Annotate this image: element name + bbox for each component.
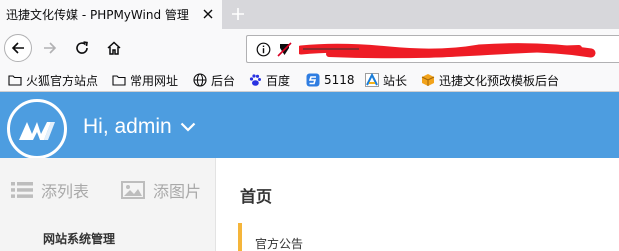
bookmark-label: 百度: [266, 73, 291, 88]
tab-title: 迅捷文化传媒 - PHPMyWind 管理: [6, 8, 189, 22]
arrow-right-icon: [44, 42, 57, 54]
info-icon[interactable]: [256, 42, 271, 61]
forward-button[interactable]: [36, 34, 64, 62]
folder-icon: [8, 73, 22, 87]
bookmark-admin[interactable]: 后台: [193, 71, 235, 89]
bookmark-label: 常用网址: [130, 73, 179, 88]
bookmark-firefox-official[interactable]: 火狐官方站点: [8, 71, 98, 89]
bookmarks-toolbar: 火狐官方站点 常用网址 后台 百度 5118 站长 迅捷文化预改模板后台: [0, 68, 619, 92]
add-image-button[interactable]: 添图片: [121, 179, 201, 201]
url-bar[interactable]: [246, 35, 619, 63]
user-greeting-menu[interactable]: Hi, admin: [83, 114, 196, 140]
globe-icon: [193, 73, 207, 87]
folder-icon: [112, 73, 126, 87]
back-button[interactable]: [4, 34, 32, 62]
s5118-icon: [306, 73, 320, 87]
bookmark-template-admin[interactable]: 迅捷文化预改模板后台: [421, 71, 559, 89]
bookmark-chinaz[interactable]: 站长: [365, 71, 407, 89]
image-icon: [121, 181, 145, 199]
chinaz-icon: [365, 73, 379, 87]
greeting-text: Hi, admin: [83, 115, 172, 138]
browser-tab-strip: 迅捷文化传媒 - PHPMyWind 管理: [0, 0, 619, 29]
baidu-paw-icon: [248, 73, 262, 87]
arrow-left-icon: [11, 42, 24, 54]
bookmark-label: 迅捷文化预改模板后台: [439, 73, 560, 88]
sidebar: 添列表 添图片 网站系统管理: [0, 158, 216, 251]
browser-tab[interactable]: 迅捷文化传媒 - PHPMyWind 管理: [0, 0, 222, 29]
tracking-protection-icon[interactable]: [277, 42, 292, 61]
close-tab-icon[interactable]: [200, 6, 216, 22]
add-list-button[interactable]: 添列表: [11, 179, 89, 201]
mw-logo-icon: [19, 122, 55, 140]
cube-icon: [421, 73, 435, 87]
bookmark-label: 后台: [211, 73, 236, 88]
bookmark-common-sites[interactable]: 常用网址: [112, 71, 178, 89]
chevron-down-icon: [180, 122, 196, 132]
bookmark-label: 站长: [383, 73, 408, 88]
bookmark-5118[interactable]: 5118: [306, 71, 355, 89]
notice-title: 官方公告: [255, 237, 304, 251]
url-redaction-mark: [296, 41, 599, 65]
page-title: 首页: [240, 187, 273, 206]
notice-accent-bar: [238, 223, 242, 251]
home-icon: [107, 41, 121, 55]
bookmark-label: 火狐官方站点: [26, 73, 99, 88]
bookmark-label: 5118: [324, 73, 355, 87]
list-icon: [11, 181, 33, 199]
reload-button[interactable]: [68, 34, 96, 62]
browser-nav-bar: [0, 29, 619, 68]
reload-icon: [76, 41, 88, 54]
quick-action-label: 添图片: [153, 182, 202, 201]
bookmark-baidu[interactable]: 百度: [248, 71, 290, 89]
new-tab-plus-icon[interactable]: [226, 2, 250, 26]
home-button[interactable]: [100, 34, 128, 62]
logo: [7, 99, 67, 159]
sidebar-section-system-management[interactable]: 网站系统管理: [43, 230, 115, 247]
quick-action-label: 添列表: [41, 182, 90, 201]
